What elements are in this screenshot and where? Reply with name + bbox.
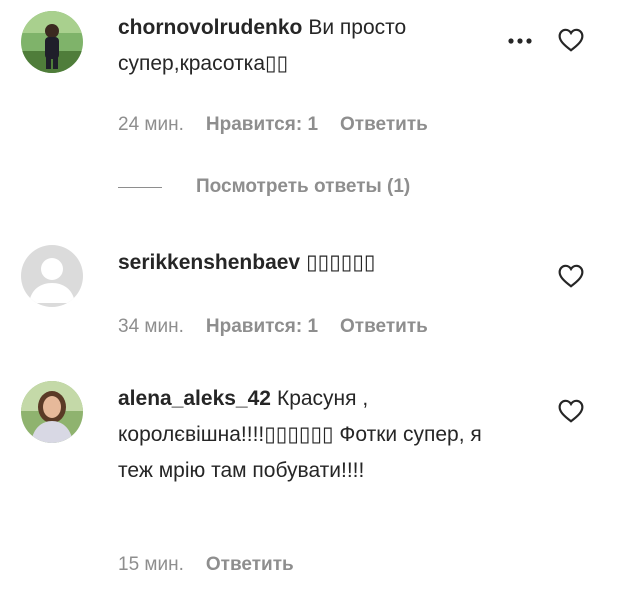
view-replies-label: Посмотреть ответы (1) <box>196 176 411 197</box>
avatar[interactable] <box>21 11 83 73</box>
heart-outline-icon[interactable] <box>558 399 584 423</box>
replies-divider-line <box>118 186 162 188</box>
comment-username[interactable]: chornovolrudenko <box>118 16 302 39</box>
likes-count-button[interactable]: Нравится: 1 <box>206 316 318 337</box>
reply-button[interactable]: Ответить <box>340 316 428 337</box>
reply-button[interactable]: Ответить <box>340 114 428 135</box>
comment-meta: 15 мин. Ответить <box>118 554 316 576</box>
heart-outline-icon[interactable] <box>558 28 584 52</box>
comment-text: ▯▯▯▯▯▯ <box>306 251 376 274</box>
view-replies-button[interactable]: Посмотреть ответы (1) <box>118 175 410 199</box>
comment-timestamp[interactable]: 24 мин. <box>118 114 184 135</box>
user-photo-icon <box>21 381 83 443</box>
comment-meta: 24 мин. Нравится: 1 Ответить <box>118 114 450 136</box>
comment-username[interactable]: serikkenshenbaev <box>118 251 300 274</box>
avatar[interactable] <box>21 245 83 307</box>
avatar[interactable] <box>21 381 83 443</box>
reply-button[interactable]: Ответить <box>206 554 294 575</box>
comment-meta: 34 мин. Нравится: 1 Ответить <box>118 316 450 338</box>
heart-outline-icon[interactable] <box>558 264 584 288</box>
comment-username[interactable]: alena_aleks_42 <box>118 387 271 410</box>
comment-timestamp[interactable]: 15 мин. <box>118 554 184 575</box>
comment-body: alena_aleks_42 Красуня , королєвішна!!!!▯… <box>118 381 498 489</box>
comment-timestamp[interactable]: 34 мин. <box>118 316 184 337</box>
user-photo-icon <box>21 11 83 73</box>
more-options-icon[interactable] <box>508 36 532 46</box>
comment-body: serikkenshenbaev ▯▯▯▯▯▯ <box>118 245 498 281</box>
comments-list: chornovolrudenko Ви просто супер,красотка… <box>0 0 620 598</box>
likes-count-button[interactable]: Нравится: 1 <box>206 114 318 135</box>
comment-body: chornovolrudenko Ви просто супер,красотка… <box>118 10 498 82</box>
default-avatar-icon <box>21 245 83 307</box>
